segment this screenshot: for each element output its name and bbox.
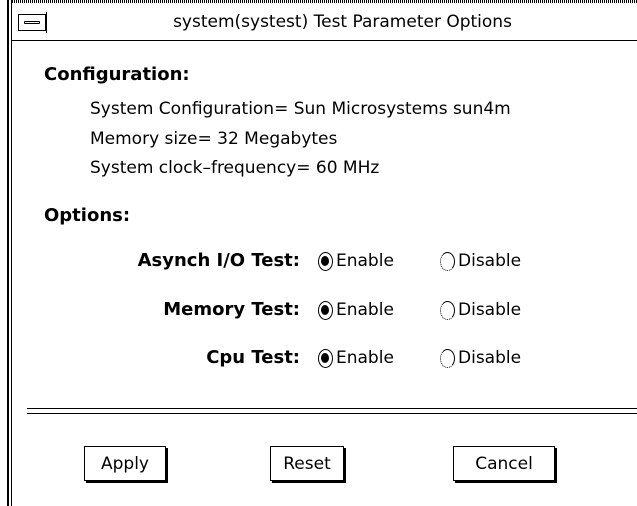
options-heading: Options: (44, 205, 131, 226)
cpu-enable-radio[interactable]: Enable (318, 348, 394, 368)
radio-selected-icon (318, 348, 333, 368)
enable-label: Enable (336, 300, 394, 320)
window-title: system(systest) Test Parameter Options (173, 12, 512, 32)
radio-unselected-icon (440, 251, 455, 271)
radio-unselected-icon (440, 300, 455, 320)
radio-selected-icon (318, 300, 333, 320)
radio-selected-icon (318, 251, 333, 271)
cpu-test-label: Cpu Test: (206, 347, 300, 368)
reset-button[interactable]: Reset (270, 446, 344, 481)
configuration-heading: Configuration: (44, 64, 190, 85)
window-menu-icon (24, 21, 40, 24)
memory-test-label: Memory Test: (163, 299, 300, 320)
asynch-io-disable-radio[interactable]: Disable (440, 251, 521, 271)
apply-button[interactable]: Apply (84, 446, 166, 481)
title-bar[interactable]: system(systest) Test Parameter Options (12, 3, 637, 41)
window-left-border-inner (11, 0, 12, 506)
disable-label: Disable (458, 348, 522, 368)
disable-label: Disable (458, 251, 522, 271)
system-configuration-line: System Configuration= Sun Microsystems s… (90, 99, 511, 119)
clock-frequency-line: System clock–frequency= 60 MHz (90, 158, 380, 178)
title-separator (46, 12, 47, 33)
disable-label: Disable (458, 300, 522, 320)
asynch-io-test-label: Asynch I/O Test: (137, 250, 300, 271)
memory-disable-radio[interactable]: Disable (440, 300, 521, 320)
separator-top (27, 408, 637, 409)
memory-size-line: Memory size= 32 Megabytes (90, 129, 338, 149)
memory-enable-radio[interactable]: Enable (318, 300, 394, 320)
radio-unselected-icon (440, 348, 455, 368)
window-left-border (7, 0, 9, 506)
cpu-disable-radio[interactable]: Disable (440, 348, 521, 368)
enable-label: Enable (336, 348, 394, 368)
enable-label: Enable (336, 251, 394, 271)
separator-bottom (27, 413, 637, 414)
cancel-button[interactable]: Cancel (453, 446, 555, 481)
window-menu-button[interactable] (18, 14, 46, 31)
asynch-io-enable-radio[interactable]: Enable (318, 251, 394, 271)
